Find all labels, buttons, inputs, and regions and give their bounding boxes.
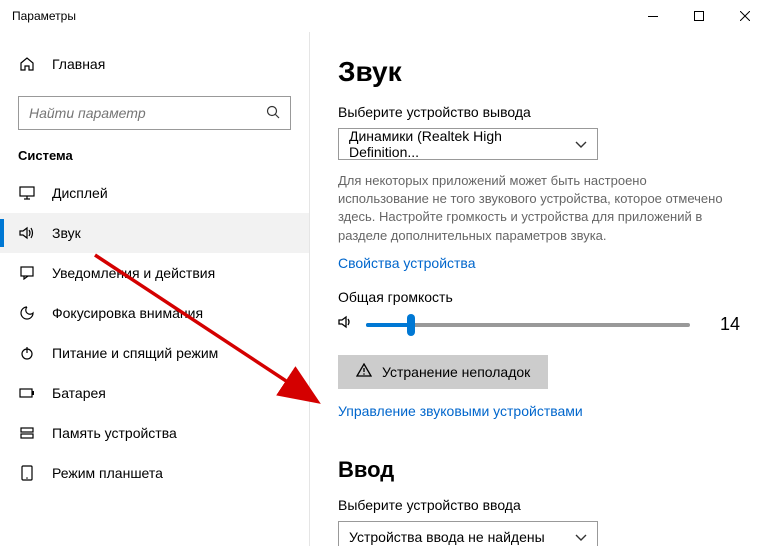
output-help-text: Для некоторых приложений может быть наст…: [338, 172, 740, 245]
sidebar-item-label: Дисплей: [52, 185, 108, 201]
sidebar-item-label: Фокусировка внимания: [52, 305, 203, 321]
output-device-label: Выберите устройство вывода: [338, 104, 740, 120]
search-field[interactable]: [29, 105, 266, 121]
sidebar-item-label: Питание и спящий режим: [52, 345, 218, 361]
tablet-icon: [18, 465, 36, 481]
sidebar-item-label: Уведомления и действия: [52, 265, 215, 281]
storage-icon: [18, 426, 36, 440]
chevron-down-icon: [575, 529, 587, 545]
sidebar-item-display[interactable]: Дисплей: [0, 173, 309, 213]
overall-volume-label: Общая громкость: [338, 289, 740, 305]
device-properties-link[interactable]: Свойства устройства: [338, 255, 476, 271]
sidebar-item-label: Звук: [52, 225, 81, 241]
sidebar-item-power[interactable]: Питание и спящий режим: [0, 333, 309, 373]
minimize-button[interactable]: [630, 0, 676, 32]
power-icon: [18, 346, 36, 360]
maximize-button[interactable]: [676, 0, 722, 32]
display-icon: [18, 186, 36, 200]
sidebar-item-notifications[interactable]: Уведомления и действия: [0, 253, 309, 293]
sidebar-item-sound[interactable]: Звук: [0, 213, 309, 253]
output-device-value: Динамики (Realtek High Definition...: [349, 128, 575, 160]
focus-icon: [18, 306, 36, 320]
battery-icon: [18, 388, 36, 398]
search-input[interactable]: [18, 96, 291, 130]
volume-value: 14: [700, 314, 740, 335]
volume-icon[interactable]: [338, 314, 356, 335]
input-device-value: Устройства ввода не найдены: [349, 529, 545, 545]
sidebar-item-label: Режим планшета: [52, 465, 163, 481]
page-title: Звук: [338, 56, 740, 88]
input-device-label: Выберите устройство ввода: [338, 497, 740, 513]
sidebar-item-focus[interactable]: Фокусировка внимания: [0, 293, 309, 333]
sidebar-item-label: Память устройства: [52, 425, 177, 441]
sidebar-item-storage[interactable]: Память устройства: [0, 413, 309, 453]
volume-slider[interactable]: [366, 313, 690, 337]
sidebar-item-label: Батарея: [52, 385, 106, 401]
troubleshoot-button[interactable]: Устранение неполадок: [338, 355, 548, 389]
output-device-select[interactable]: Динамики (Realtek High Definition...: [338, 128, 598, 160]
sidebar-item-tablet[interactable]: Режим планшета: [0, 453, 309, 493]
home-icon: [18, 56, 36, 72]
window-title: Параметры: [12, 9, 76, 23]
manage-devices-link[interactable]: Управление звуковыми устройствами: [338, 403, 583, 419]
chevron-down-icon: [575, 136, 587, 152]
sidebar-home-label: Главная: [52, 56, 105, 72]
sidebar-item-battery[interactable]: Батарея: [0, 373, 309, 413]
close-button[interactable]: [722, 0, 768, 32]
volume-thumb[interactable]: [407, 314, 415, 336]
search-icon: [266, 105, 280, 122]
troubleshoot-label: Устранение неполадок: [382, 364, 530, 380]
sound-icon: [18, 226, 36, 240]
input-heading: Ввод: [338, 457, 740, 483]
notifications-icon: [18, 266, 36, 280]
warning-icon: [356, 363, 372, 380]
sidebar-section-title: Система: [0, 148, 309, 173]
sidebar-home[interactable]: Главная: [0, 44, 309, 84]
input-device-select[interactable]: Устройства ввода не найдены: [338, 521, 598, 546]
